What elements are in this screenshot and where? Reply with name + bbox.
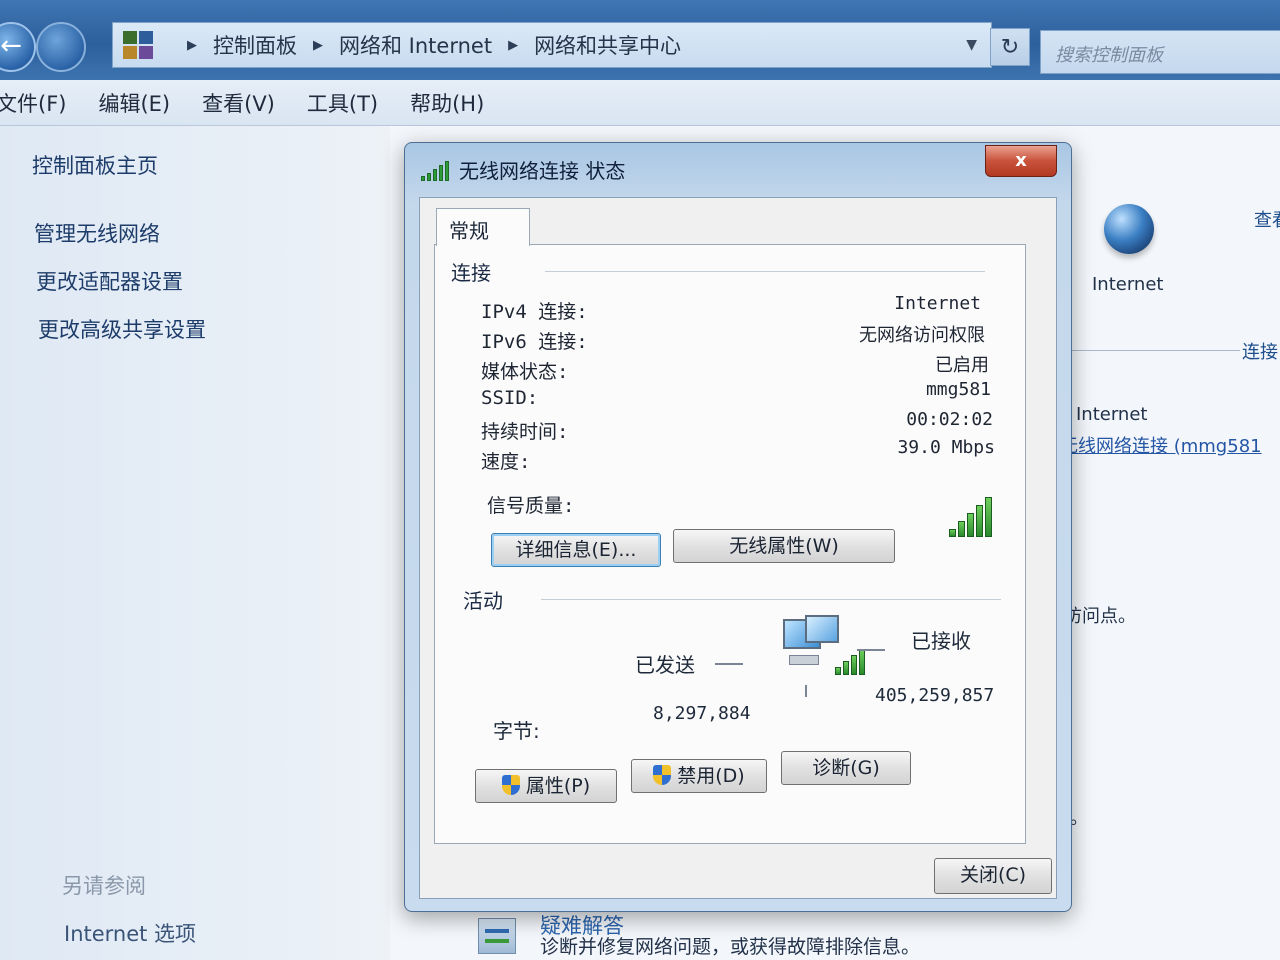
speed-value: 39.0 Mbps (897, 437, 995, 458)
signal-quality-icon (949, 495, 995, 537)
menu-file[interactable]: 文件(F) (0, 88, 66, 118)
uac-shield-icon (653, 765, 672, 785)
menu-tools[interactable]: 工具(T) (307, 88, 378, 118)
ipv6-label: IPv6 连接: (481, 331, 588, 353)
properties-button[interactable]: 属性(P) (475, 769, 617, 803)
back-arrow-icon: ← (0, 31, 22, 61)
bytes-received-value: 405,259,857 (875, 685, 995, 706)
duration-label: 持续时间: (481, 421, 569, 443)
ipv4-value: Internet (894, 293, 981, 314)
access-point-text: 访问点。 (1064, 606, 1136, 627)
ssid-label: SSID: (481, 387, 539, 409)
sent-label: 已发送 (635, 653, 695, 677)
troubleshoot-description: 诊断并修复网络问题，或获得故障排除信息。 (540, 936, 921, 958)
tab-panel-general: 连接 IPv4 连接: Internet IPv6 连接: 无网络访问权限 媒体… (434, 244, 1026, 844)
see-also-heading: 另请参阅 (62, 874, 146, 898)
refresh-button[interactable]: ↻ (990, 28, 1030, 66)
tab-general[interactable]: 常规 (436, 208, 530, 246)
group-divider (545, 271, 985, 272)
troubleshoot-icon (478, 918, 516, 954)
wireless-status-dialog: 无线网络连接 状态 x 常规 连接 IPv4 连接: Internet IPv6… (404, 142, 1072, 912)
dialog-body: 常规 连接 IPv4 连接: Internet IPv6 连接: 无网络访问权限… (419, 197, 1057, 899)
wireless-signal-icon (421, 159, 449, 181)
bytes-sent-value: 8,297,884 (653, 703, 751, 724)
address-bar: ← ▶ 控制面板 ▶ 网络和 Internet ▶ 网络和共享中心 ▼ ↻ 搜索… (0, 0, 1280, 80)
task-pane: 控制面板主页 管理无线网络 更改适配器设置 更改高级共享设置 另请参阅 Inte… (0, 126, 390, 960)
wireless-connection-link[interactable]: 无线网络连接 (mmg581 (1060, 432, 1262, 458)
breadcrumb-item-control-panel[interactable]: 控制面板 (213, 30, 297, 60)
disable-button-label: 禁用(D) (677, 765, 745, 787)
dialog-title: 无线网络连接 状态 (459, 159, 626, 183)
received-connector-line (857, 649, 885, 651)
uac-shield-icon (501, 775, 520, 795)
media-state-value: 已启用 (935, 355, 989, 376)
connection-group-title: 连接 (451, 257, 499, 286)
signal-bar (958, 521, 965, 537)
search-input[interactable]: 搜索控制面板 (1040, 30, 1280, 74)
diagnose-button[interactable]: 诊断(G) (781, 751, 911, 785)
back-button[interactable]: ← (0, 22, 36, 72)
properties-button-label: 属性(P) (525, 775, 591, 797)
received-label: 已接收 (911, 629, 971, 653)
group-divider (541, 599, 1001, 600)
breadcrumb-separator-icon[interactable]: ▶ (508, 38, 518, 53)
close-button[interactable]: 关闭(C) (934, 858, 1052, 894)
signal-bar (976, 505, 983, 537)
ipv4-label: IPv4 连接: (481, 301, 588, 323)
ipv6-value: 无网络访问权限 (859, 325, 985, 346)
ssid-value: mmg581 (925, 379, 991, 400)
menu-bar: 文件(F) 编辑(E) 查看(V) 工具(T) 帮助(H) (0, 80, 1280, 126)
media-state-label: 媒体状态: (481, 361, 569, 383)
adapter-settings-link[interactable]: 更改适配器设置 (36, 266, 183, 296)
activity-group-title: 活动 (463, 585, 511, 614)
activity-tick (805, 685, 807, 697)
duration-value: 00:02:02 (906, 409, 993, 430)
internet-options-link[interactable]: Internet 选项 (64, 918, 196, 948)
signal-bar (967, 513, 974, 537)
signal-bar (949, 529, 956, 537)
menu-edit[interactable]: 编辑(E) (98, 88, 170, 118)
signal-bar (985, 497, 992, 537)
sent-connector-line (715, 663, 743, 665)
internet-globe-icon (1104, 204, 1154, 254)
forward-button[interactable] (36, 22, 86, 72)
menu-help[interactable]: 帮助(H) (410, 88, 484, 118)
disable-button[interactable]: 禁用(D) (631, 759, 767, 793)
view-full-map-link[interactable]: 查看 (1254, 206, 1280, 232)
divider (1060, 350, 1240, 351)
connect-disconnect-link[interactable]: 连接 (1242, 338, 1278, 364)
breadcrumb[interactable]: ▶ 控制面板 ▶ 网络和 Internet ▶ 网络和共享中心 ▼ (112, 22, 992, 68)
internet-node-label: Internet (1092, 274, 1164, 295)
sentence-end-text: 。 (1070, 808, 1088, 829)
breadcrumb-item-sharing-center[interactable]: 网络和共享中心 (534, 30, 681, 60)
signal-quality-label: 信号质量: (487, 495, 575, 517)
dialog-titlebar[interactable]: 无线网络连接 状态 x (405, 143, 1071, 195)
control-panel-icon (123, 31, 153, 59)
details-button[interactable]: 详细信息(E)... (491, 533, 661, 567)
address-dropdown-icon[interactable]: ▼ (966, 37, 977, 53)
manage-wireless-link[interactable]: 管理无线网络 (34, 218, 160, 248)
close-icon[interactable]: x (985, 145, 1057, 177)
breadcrumb-separator-icon[interactable]: ▶ (187, 38, 197, 53)
access-type-value: Internet (1076, 404, 1148, 425)
refresh-icon: ↻ (1000, 35, 1020, 60)
breadcrumb-separator-icon[interactable]: ▶ (313, 38, 323, 53)
speed-label: 速度: (481, 451, 531, 473)
wireless-properties-button[interactable]: 无线属性(W) (673, 529, 895, 563)
breadcrumb-item-network-internet[interactable]: 网络和 Internet (339, 30, 492, 60)
bytes-label: 字节: (493, 719, 540, 743)
menu-view[interactable]: 查看(V) (202, 88, 275, 118)
control-panel-home-link[interactable]: 控制面板主页 (32, 150, 158, 180)
advanced-sharing-link[interactable]: 更改高级共享设置 (38, 314, 206, 344)
